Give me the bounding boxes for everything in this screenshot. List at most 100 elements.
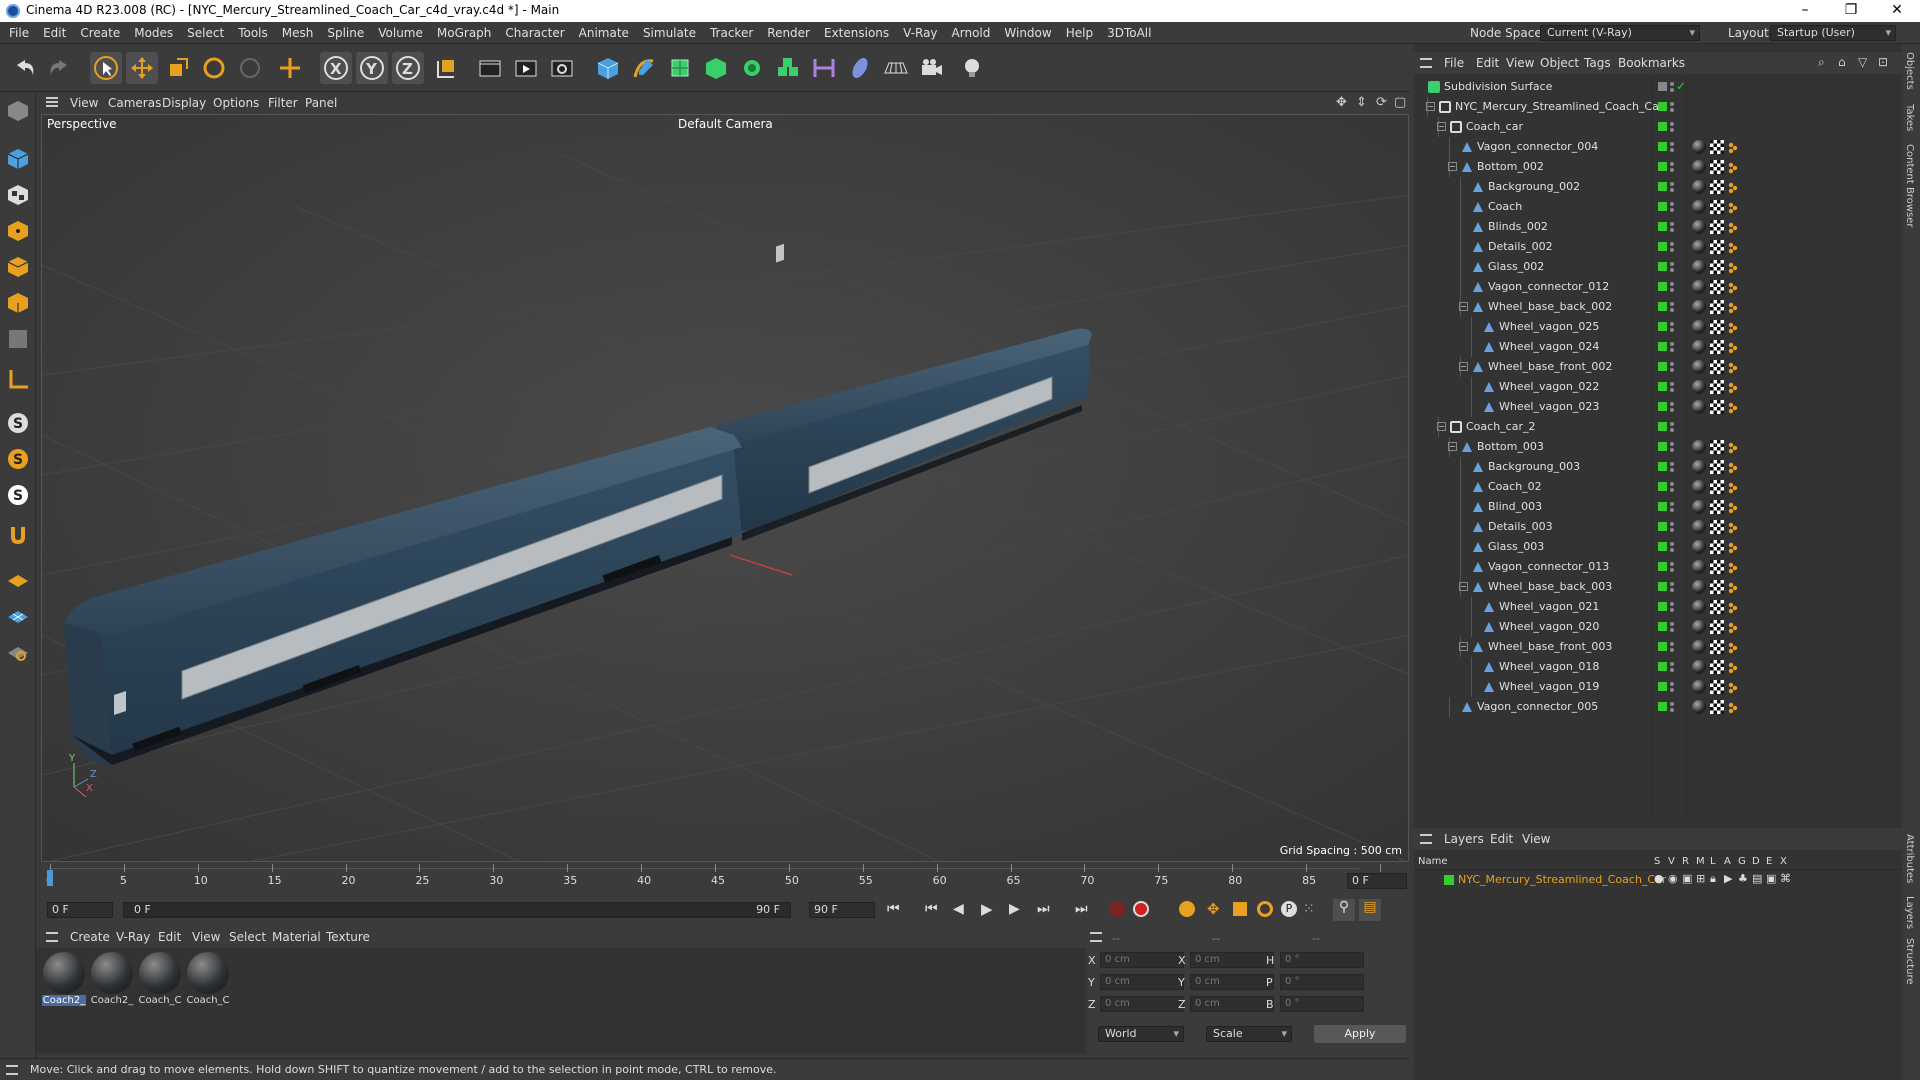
collapse-toggle-icon[interactable]: − (1459, 582, 1468, 591)
editor-visibility-icon[interactable] (1670, 382, 1674, 386)
layout-dropdown[interactable]: Startup (User) (1770, 25, 1896, 41)
layer-color-icon[interactable] (1658, 202, 1667, 211)
texture-tag-icon[interactable] (1710, 280, 1724, 294)
texture-tag-icon[interactable] (1710, 460, 1724, 474)
render-visibility-icon[interactable] (1670, 708, 1674, 712)
phong-tag-icon[interactable] (1728, 582, 1738, 594)
texture-tag-icon[interactable] (1710, 140, 1724, 154)
layer-name[interactable]: NYC_Mercury_Streamlined_Coach_Car (1458, 873, 1666, 886)
layer-color-icon[interactable] (1658, 702, 1667, 711)
coord-scale-dropdown[interactable]: Scale (1206, 1026, 1292, 1042)
snap-icon[interactable]: S (3, 408, 33, 438)
render-visibility-icon[interactable] (1670, 328, 1674, 332)
obj-menu-object[interactable]: Object (1540, 52, 1579, 74)
material-menu-hamburger-icon[interactable] (46, 932, 58, 942)
side-tab-structure[interactable]: Structure (1904, 938, 1915, 985)
phong-tag-icon[interactable] (1728, 602, 1738, 614)
object-row[interactable]: Wheel_vagon_020 (1414, 617, 1902, 637)
y-axis-lock-icon[interactable]: Y (356, 52, 388, 84)
obj-menu-view[interactable]: View (1506, 52, 1534, 74)
subdivision-surface-icon[interactable] (664, 52, 696, 84)
material-tag-icon[interactable] (1692, 640, 1706, 654)
texture-tag-icon[interactable] (1710, 540, 1724, 554)
menu-spline[interactable]: Spline (320, 22, 371, 44)
object-name[interactable]: Vagon_connector_005 (1477, 700, 1598, 713)
texture-tag-icon[interactable] (1710, 480, 1724, 494)
collapse-toggle-icon[interactable]: − (1459, 362, 1468, 371)
layer-render-icon[interactable]: ▣ (1682, 872, 1692, 885)
obj-new-window-icon[interactable]: ⊡ (1878, 55, 1888, 69)
mat-menu-select[interactable]: Select (229, 926, 266, 948)
object-row[interactable]: − Bottom_002 (1414, 157, 1902, 177)
object-row[interactable]: − Wheel_base_back_003 (1414, 577, 1902, 597)
collapse-toggle-icon[interactable]: − (1459, 302, 1468, 311)
viewport-menu-view[interactable]: View (70, 92, 98, 114)
next-key-icon[interactable]: ⏭ (1037, 901, 1050, 917)
material-tag-icon[interactable] (1692, 160, 1706, 174)
layer-color-icon[interactable] (1658, 542, 1667, 551)
grid-icon[interactable] (3, 600, 33, 630)
select-tool-icon[interactable] (90, 52, 122, 84)
viewport-menu-options[interactable]: Options (213, 92, 259, 114)
mograph-icon[interactable] (772, 52, 804, 84)
axis-mode-icon[interactable] (3, 364, 33, 394)
material-tag-icon[interactable] (1692, 260, 1706, 274)
key-pla-icon[interactable]: ⁙ (1303, 901, 1315, 917)
layer-color-icon[interactable] (1658, 242, 1667, 251)
texture-tag-icon[interactable] (1710, 660, 1724, 674)
menu-modes[interactable]: Modes (127, 22, 180, 44)
object-row[interactable]: Wheel_vagon_018 (1414, 657, 1902, 677)
layer-color-icon[interactable] (1658, 282, 1667, 291)
object-name[interactable]: Wheel_base_front_002 (1488, 360, 1612, 373)
collapse-toggle-icon[interactable]: − (1426, 102, 1435, 111)
render-visibility-icon[interactable] (1670, 248, 1674, 252)
collapse-toggle-icon[interactable]: − (1437, 122, 1446, 131)
layer-color-icon[interactable] (1658, 182, 1667, 191)
viewport-menu-panel[interactable]: Panel (305, 92, 337, 114)
object-row[interactable]: − Wheel_base_back_002 (1414, 297, 1902, 317)
coord-menu-hamburger-icon[interactable] (1090, 932, 1102, 942)
object-name[interactable]: Wheel_base_back_003 (1488, 580, 1612, 593)
layer-color-icon[interactable] (1658, 642, 1667, 651)
render-visibility-icon[interactable] (1670, 548, 1674, 552)
layer-color-icon[interactable] (1658, 662, 1667, 671)
object-row[interactable]: Wheel_vagon_019 (1414, 677, 1902, 697)
status-menu-icon[interactable] (6, 1065, 18, 1075)
phong-tag-icon[interactable] (1728, 542, 1738, 554)
polygons-mode-icon[interactable] (3, 288, 33, 318)
object-name[interactable]: Wheel_vagon_021 (1499, 600, 1599, 613)
material-tag-icon[interactable] (1692, 300, 1706, 314)
texture-tag-icon[interactable] (1710, 680, 1724, 694)
menu-tools[interactable]: Tools (231, 22, 275, 44)
editor-visibility-icon[interactable] (1670, 82, 1674, 86)
material-tag-icon[interactable] (1692, 500, 1706, 514)
layer-color-icon[interactable] (1658, 162, 1667, 171)
key-rotate-icon[interactable] (1257, 901, 1273, 917)
render-visibility-icon[interactable] (1670, 688, 1674, 692)
redo-icon[interactable] (44, 52, 76, 84)
obj-menu-bookmarks[interactable]: Bookmarks (1618, 52, 1685, 74)
material-tag-icon[interactable] (1692, 360, 1706, 374)
points-mode-icon[interactable] (3, 216, 33, 246)
viewport-rotate-icon[interactable]: ⟳ (1376, 95, 1387, 110)
texture-mode-icon[interactable] (3, 180, 33, 210)
side-tab-content-browser[interactable]: Content Browser (1904, 144, 1915, 227)
layer-color-icon[interactable] (1658, 622, 1667, 631)
layer-view-icon[interactable]: ◉ (1668, 872, 1678, 885)
object-name[interactable]: Wheel_vagon_023 (1499, 400, 1599, 413)
menu-select[interactable]: Select (180, 22, 231, 44)
layer-color-swatch[interactable] (1444, 875, 1454, 885)
material-tag-icon[interactable] (1692, 140, 1706, 154)
phong-tag-icon[interactable] (1728, 462, 1738, 474)
material-tag-icon[interactable] (1692, 580, 1706, 594)
material-swatch[interactable]: Coach_C (138, 952, 182, 1008)
phong-tag-icon[interactable] (1728, 242, 1738, 254)
material-tag-icon[interactable] (1692, 340, 1706, 354)
object-name[interactable]: Wheel_vagon_025 (1499, 320, 1599, 333)
phong-tag-icon[interactable] (1728, 362, 1738, 374)
layer-expressions-icon[interactable]: ▣ (1766, 872, 1776, 885)
object-list[interactable]: Subdivision Surface ✓ − NYC_Mercury_Streaml… (1414, 77, 1902, 867)
layer-manager-icon[interactable]: ⊞ (1696, 872, 1705, 885)
object-row[interactable]: Coach (1414, 197, 1902, 217)
texture-tag-icon[interactable] (1710, 440, 1724, 454)
